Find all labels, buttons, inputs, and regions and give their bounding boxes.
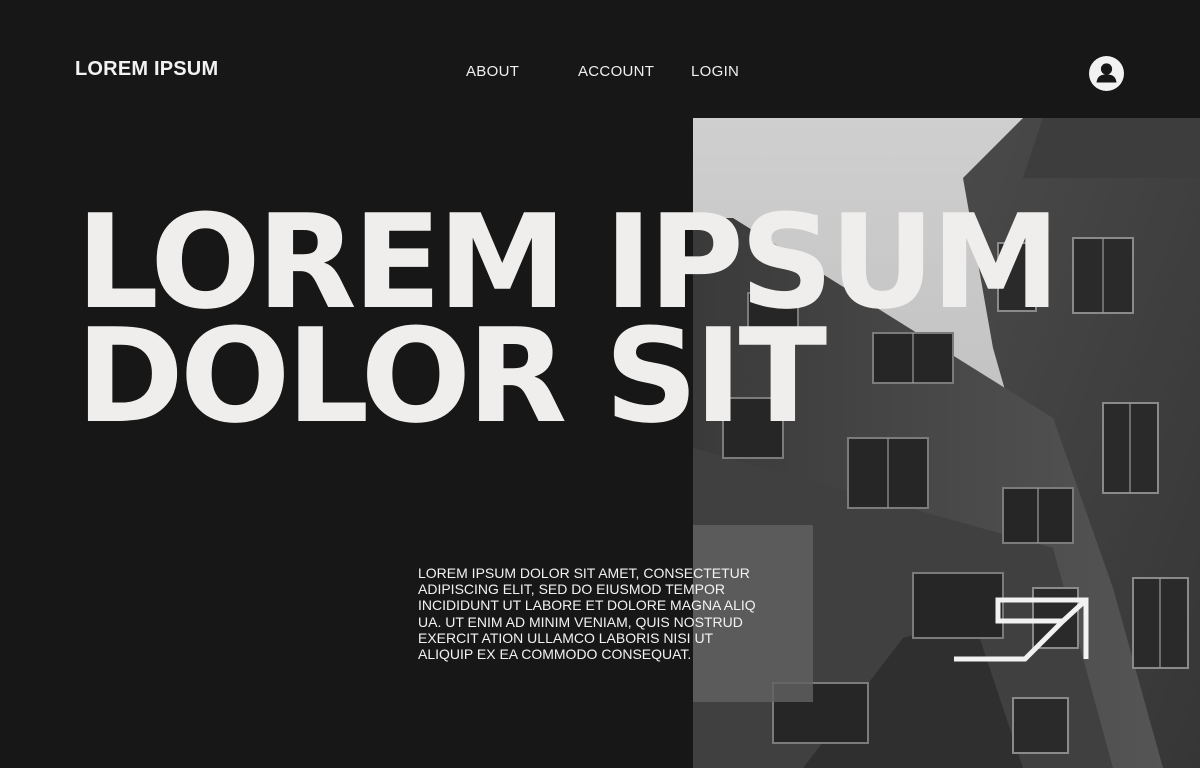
arrow-up-right-icon[interactable] — [953, 597, 1090, 662]
nav-account[interactable]: ACCOUNT — [578, 63, 654, 80]
nav-login[interactable]: LOGIN — [691, 63, 739, 80]
user-icon[interactable] — [1089, 56, 1124, 91]
hero-description: LOREM IPSUM DOLOR SIT AMET, CONSECTETUR … — [418, 565, 756, 663]
hero-headline: LOREM IPSUM DOLOR SIT — [76, 197, 1060, 441]
brand-logo[interactable]: LOREM IPSUM — [75, 58, 218, 81]
nav-about[interactable]: ABOUT — [466, 63, 519, 80]
